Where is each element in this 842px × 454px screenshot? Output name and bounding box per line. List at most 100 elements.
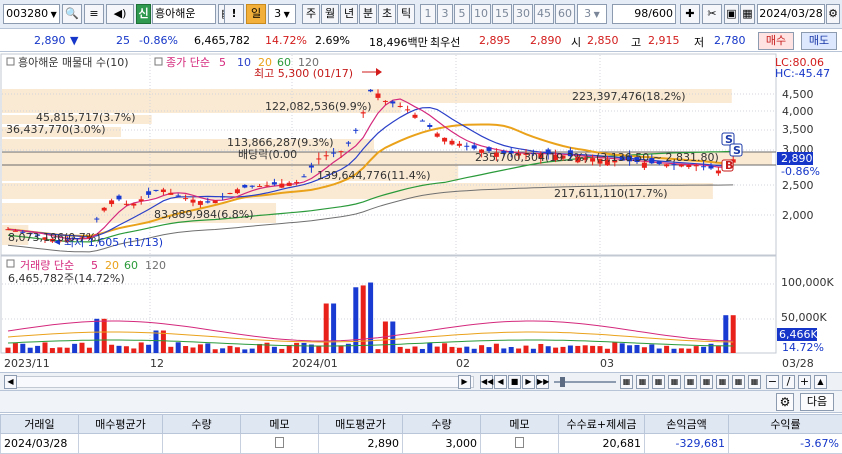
interval-1-button[interactable]: 1 xyxy=(420,4,436,24)
volume-bar xyxy=(590,345,596,353)
scroll-left-button[interactable]: ◀ xyxy=(4,375,17,389)
next-button[interactable]: 다음 xyxy=(800,393,834,411)
settings-button[interactable]: ⚙ xyxy=(826,4,840,24)
zoom-reset-button[interactable]: / xyxy=(782,375,795,389)
period-second-button[interactable]: 초 xyxy=(378,4,396,24)
view-button-4[interactable]: ▦ xyxy=(668,375,681,389)
menu-button[interactable]: ≡ xyxy=(84,4,104,24)
interval-5-button[interactable]: 5 xyxy=(454,4,470,24)
period-day-button[interactable]: 일 xyxy=(246,4,266,24)
legend-toggle-icon[interactable] xyxy=(6,57,15,66)
price-chart-area[interactable]: S S B 흥아해운 매물대 수(10) 종가 단순 5 10 20 60 12… xyxy=(0,53,842,393)
alert-button[interactable]: ! xyxy=(224,4,244,24)
interval-custom-select[interactable]: 3 ▼ xyxy=(577,4,607,24)
quote-strip: 2,890 ▼ 25 -0.86% 6,465,782 14.72% 2.69%… xyxy=(0,30,842,52)
interval-30-button[interactable]: 30 xyxy=(513,4,533,24)
prev-button[interactable]: ◀ xyxy=(494,375,507,389)
period-year-button[interactable]: 년 xyxy=(340,4,358,24)
grid-icon: ▦ xyxy=(702,377,711,386)
volume-bar xyxy=(345,343,351,353)
candle-body xyxy=(686,165,692,168)
rate-secondary: 2.69% xyxy=(315,34,350,47)
chevron-down-icon: ▼ xyxy=(48,10,57,19)
memo-icon[interactable] xyxy=(515,436,524,448)
stock-name-field[interactable]: 흥아해운 xyxy=(152,4,216,24)
view-button-3[interactable]: ▦ xyxy=(652,375,665,389)
interval-3-button[interactable]: 3 xyxy=(437,4,453,24)
volume-bar xyxy=(656,348,662,353)
best-ask: 2,895 xyxy=(479,34,511,47)
crosshair-icon: ✚ xyxy=(685,7,695,20)
period-minute-button[interactable]: 분 xyxy=(359,4,377,24)
interval-10-button[interactable]: 10 xyxy=(471,4,491,24)
candle-body xyxy=(153,189,159,191)
interval-15-button[interactable]: 15 xyxy=(492,4,512,24)
volume-bar xyxy=(205,343,211,353)
period-week-button[interactable]: 주 xyxy=(302,4,320,24)
last-button[interactable]: ▶▶ xyxy=(536,375,549,389)
scroll-right-button[interactable]: ▶ xyxy=(458,375,471,389)
best-bid: 2,890 xyxy=(530,34,562,47)
candle-body xyxy=(242,184,248,188)
print-button[interactable]: ▦ xyxy=(740,4,755,24)
volume-bar xyxy=(294,342,300,353)
volume-bar xyxy=(604,348,610,353)
trade-settings-button[interactable]: ⚙ xyxy=(776,393,794,411)
volume-bar xyxy=(708,343,714,353)
candle-body xyxy=(264,185,270,187)
view-button-2[interactable]: ▦ xyxy=(636,375,649,389)
first-button[interactable]: ◀◀ xyxy=(480,375,493,389)
trade-amount: 18,496백만 xyxy=(369,36,428,49)
data-count-input[interactable]: 98/600 xyxy=(612,4,676,24)
volume-bar xyxy=(671,348,677,353)
crosshair-button[interactable]: ✚ xyxy=(680,4,700,24)
speed-slider-handle[interactable] xyxy=(560,377,565,387)
table-row[interactable]: 2024/03/28 2,890 3,000 20,681 -329,681 -… xyxy=(0,433,842,454)
sell-memo[interactable] xyxy=(480,433,559,454)
stock-code-input[interactable]: 003280 ▼ xyxy=(3,4,60,24)
search-button[interactable]: 🔍 xyxy=(62,4,82,24)
tools-icon: ✂ xyxy=(707,7,717,20)
stop-button[interactable]: ■ xyxy=(508,375,521,389)
scroll-track[interactable] xyxy=(4,376,474,388)
period-month-label: 월 xyxy=(324,7,336,20)
legend-toggle-icon[interactable] xyxy=(6,259,15,268)
grid-icon: ▦ xyxy=(718,377,727,386)
view-button-7[interactable]: ▦ xyxy=(716,375,729,389)
tools-button[interactable]: ✂ xyxy=(702,4,722,24)
period-month-button[interactable]: 월 xyxy=(321,4,339,24)
candle-body xyxy=(190,199,196,203)
grid-icon: ▦ xyxy=(654,377,663,386)
scroll-up-button[interactable]: ▲ xyxy=(814,375,827,389)
column-header: 거래일 xyxy=(0,414,79,434)
memo-icon[interactable] xyxy=(275,436,284,448)
interval-45-button[interactable]: 45 xyxy=(534,4,554,24)
candle-body xyxy=(146,191,152,195)
volume-title: 거래량 단순 xyxy=(20,259,74,272)
interval-60-button[interactable]: 60 xyxy=(555,4,575,24)
view-button-6[interactable]: ▦ xyxy=(700,375,713,389)
volume-bar xyxy=(634,344,640,353)
sell-average: 2,890 xyxy=(318,433,403,454)
chart-svg: S S B 흥아해운 매물대 수(10) 종가 단순 5 10 20 60 12… xyxy=(0,53,834,370)
save-button[interactable]: ▣ xyxy=(724,4,739,24)
zoom-in-button[interactable]: + xyxy=(798,375,811,389)
view-button-5[interactable]: ▦ xyxy=(684,375,697,389)
view-button-9[interactable]: ▦ xyxy=(748,375,761,389)
view-button-1[interactable]: ▦ xyxy=(620,375,633,389)
period-tick-button[interactable]: 틱 xyxy=(397,4,415,24)
play-button[interactable]: ▶ xyxy=(522,375,535,389)
sell-button[interactable]: 매도 xyxy=(801,32,837,50)
period-number-select[interactable]: 3 ▼ xyxy=(268,4,296,24)
volume-bar xyxy=(397,346,403,353)
buy-memo[interactable] xyxy=(240,433,319,454)
legend-toggle-icon[interactable] xyxy=(154,57,163,66)
speaker-button[interactable]: ◀) xyxy=(106,4,134,24)
price-tick: 4,500 xyxy=(782,88,814,101)
zoom-out-button[interactable]: − xyxy=(766,375,779,389)
date-tick: 03 xyxy=(600,357,614,370)
view-button-8[interactable]: ▦ xyxy=(732,375,745,389)
buy-button[interactable]: 매수 xyxy=(758,32,794,50)
chart-scroll-bar[interactable]: ◀ ▶ ◀◀ ◀ ■ ▶ ▶▶ ▦ ▦ ▦ ▦ ▦ ▦ ▦ ▦ ▦ − / + … xyxy=(0,372,842,391)
date-input[interactable]: 2024/03/28 xyxy=(757,4,825,24)
